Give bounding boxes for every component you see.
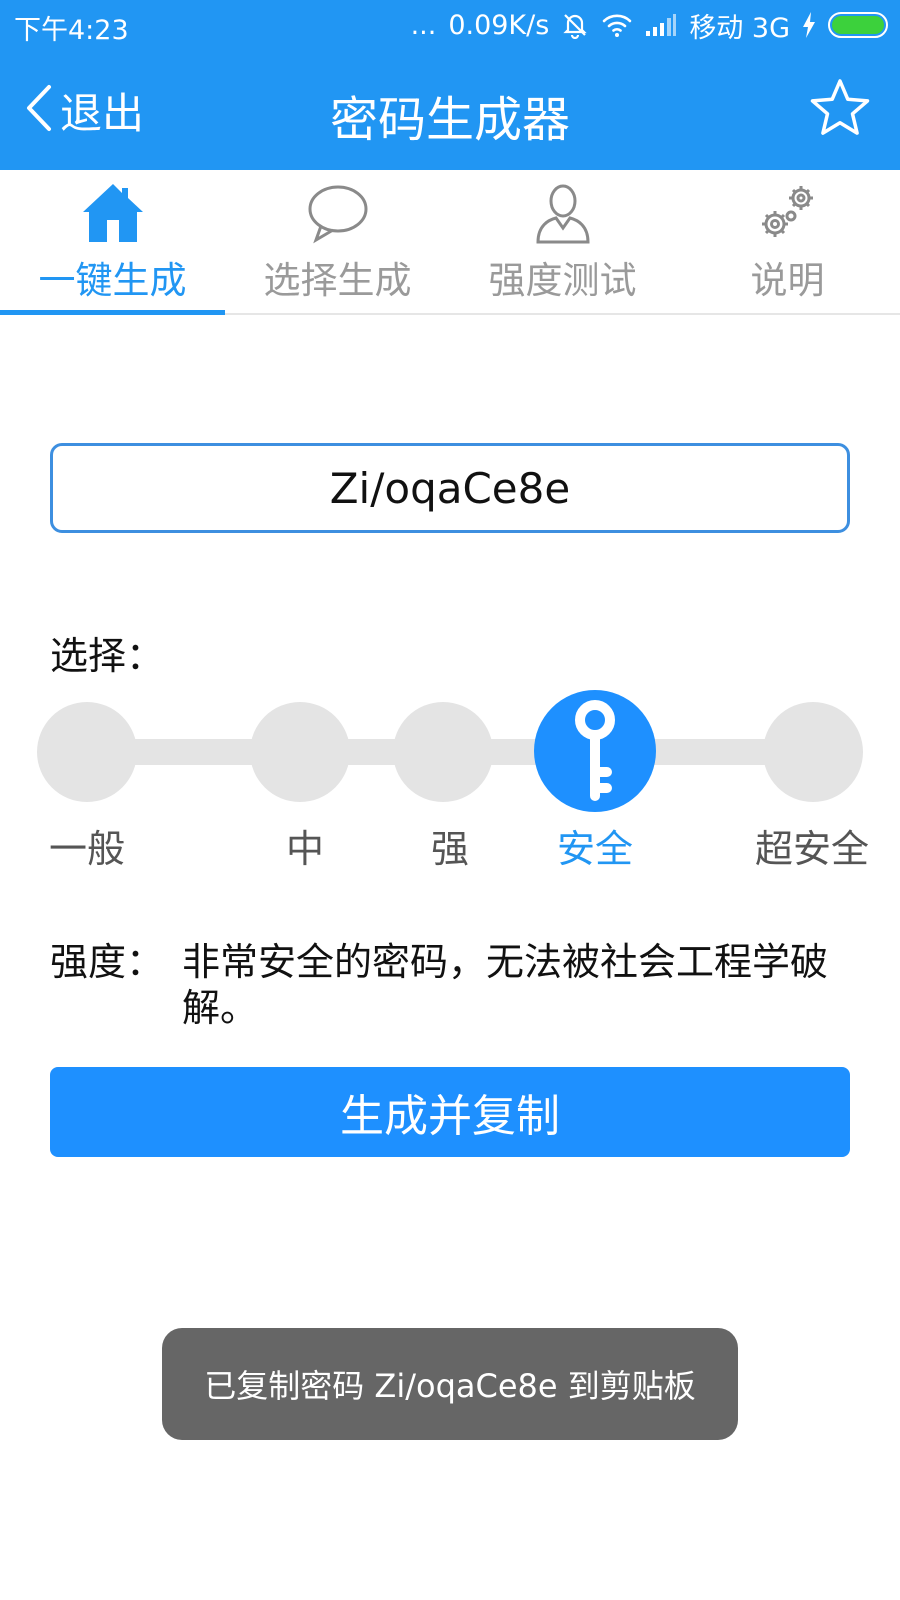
battery-icon [828,12,888,38]
favorite-button[interactable] [808,76,872,140]
slider-node-normal[interactable] [37,702,137,802]
level-label-safe[interactable]: 安全 [515,818,675,873]
tab-label: 说明 [750,259,825,302]
tab-one-click-generate[interactable]: 一键生成 [0,170,225,315]
strength-level-slider[interactable]: 一般 中 强 安全 超安全 [0,690,900,880]
status-dots: ... [410,9,437,41]
level-label-super-safe[interactable]: 超安全 [732,818,892,873]
page-title: 密码生成器 [329,92,570,148]
signal-icon [645,13,677,37]
generate-and-copy-button[interactable]: 生成并复制 [50,1067,850,1157]
strength-text: 非常安全的密码，无法被社会工程学破解。 [182,940,829,1030]
level-label-strong[interactable]: 强 [370,818,530,873]
toast-message: 已复制密码 Zi/oqaCe8e 到剪贴板 [162,1328,738,1440]
tab-label: 强度测试 [488,259,637,302]
battery-level [832,16,884,34]
wifi-icon [601,12,633,38]
password-output-field[interactable]: Zi/oqaCe8e [50,443,850,533]
slider-node-safe[interactable] [534,690,656,812]
slider-node-medium[interactable] [250,702,350,802]
network-speed: 0.09K/s [448,9,550,41]
charging-icon [802,12,816,38]
status-bar: 下午4:23 ... 0.09K/s 移动 3G [0,0,900,50]
star-icon [810,79,870,135]
tab-label: 一键生成 [38,259,187,302]
tab-label: 选择生成 [263,259,412,302]
status-time: 下午4:23 [14,15,129,46]
carrier-label: 移动 3G [689,12,790,44]
home-icon [80,180,146,246]
strength-description: 强度： 非常安全的密码，无法被社会工程学破解。 [50,940,860,1031]
level-label-normal[interactable]: 一般 [7,818,167,873]
tab-strength-test[interactable]: 强度测试 [450,170,675,313]
level-label-medium[interactable]: 中 [225,818,385,873]
select-label: 选择： [50,634,165,678]
tab-select-generate[interactable]: 选择生成 [225,170,450,313]
gears-icon [755,180,821,246]
mute-bell-icon [561,11,589,39]
slider-node-strong[interactable] [393,702,493,802]
tab-instructions[interactable]: 说明 [675,170,900,313]
chat-bubble-icon [305,180,371,246]
tab-bar: 一键生成 选择生成 强度测试 说明 [0,170,900,315]
status-indicators: ... 0.09K/s 移动 3G [411,6,888,44]
slider-node-super-safe[interactable] [763,702,863,802]
user-icon [530,180,596,246]
strength-key: 强度： [50,940,165,984]
key-icon [575,700,615,801]
app-bar: 退出 密码生成器 [0,50,900,170]
